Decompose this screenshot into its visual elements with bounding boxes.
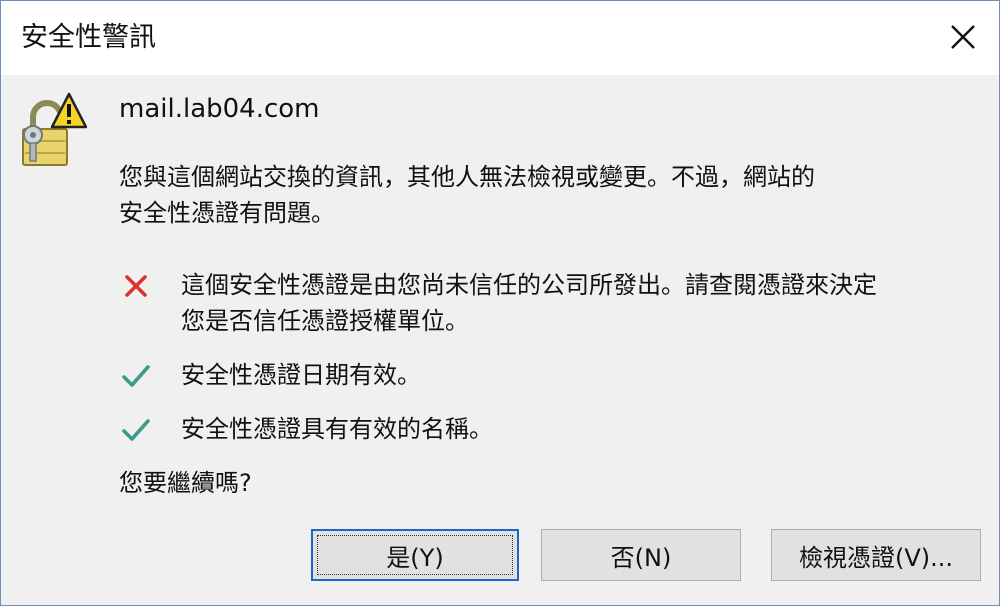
check-text: 安全性憑證具有有效的名稱。 [181,411,981,447]
close-icon [951,25,975,49]
check-text-line-2: 您是否信任憑證授權單位。 [181,307,469,335]
description-line-2: 安全性憑證有問題。 [119,199,335,227]
check-text-line-1: 安全性憑證具有有效的名稱。 [181,415,493,443]
continue-question: 您要繼續嗎? [119,469,252,497]
check-text-line-1: 這個安全性憑證是由您尚未信任的公司所發出。請查閱憑證來決定 [181,271,877,299]
security-lock-warning-icon [22,92,87,166]
green-check-icon [122,365,150,387]
focus-rectangle [317,535,513,575]
title-bar: 安全性警訊 [1,1,999,75]
description-line-1: 您與這個網站交換的資訊，其他人無法檢視或變更。不過，網站的 [119,163,815,191]
warning-description: 您與這個網站交換的資訊，其他人無法檢視或變更。不過，網站的 安全性憑證有問題。 [119,159,939,231]
no-button-label: 否(N) [610,543,672,572]
window-title: 安全性警訊 [21,22,156,53]
check-text-line-1: 安全性憑證日期有效。 [181,361,421,389]
red-x-icon [125,275,147,297]
yes-button[interactable]: 是(Y) [311,529,519,581]
view-certificate-button[interactable]: 檢視憑證(V)... [771,529,981,581]
check-text: 安全性憑證日期有效。 [181,357,981,393]
site-hostname: mail.lab04.com [119,94,320,124]
security-alert-dialog: 安全性警訊 mail.lab04.com 您與這個網站交換的資訊，其他人無法檢視… [0,0,1000,606]
view-certificate-button-label: 檢視憑證(V)... [798,543,954,572]
close-button[interactable] [939,15,987,59]
no-button[interactable]: 否(N) [541,529,741,581]
green-check-icon [122,419,150,441]
check-text: 這個安全性憑證是由您尚未信任的公司所發出。請查閱憑證來決定 您是否信任憑證授權單… [181,267,981,339]
